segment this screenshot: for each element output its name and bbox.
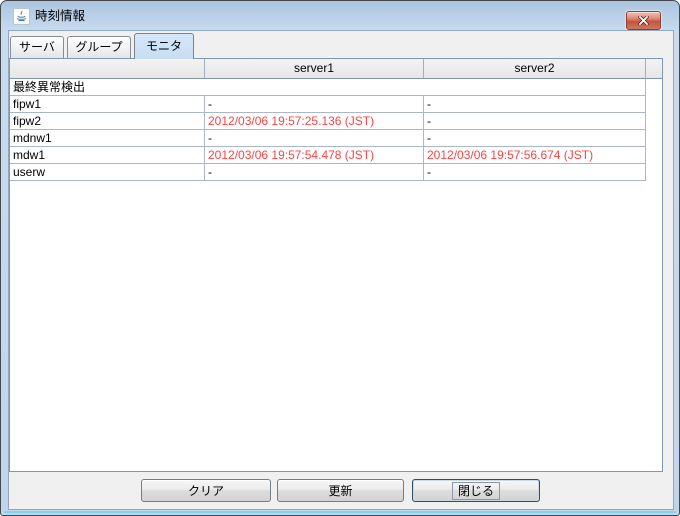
monitor-name-cell[interactable]: mdw1 — [10, 147, 205, 164]
table-row[interactable]: fipw2 2012/03/06 19:57:25.136 (JST) - — [10, 113, 662, 130]
server2-value-cell[interactable]: - — [424, 113, 646, 130]
window-title: 時刻情報 — [35, 2, 85, 31]
server1-value-cell[interactable]: 2012/03/06 19:57:25.136 (JST) — [205, 113, 424, 130]
table-row[interactable]: userw - - — [10, 164, 662, 181]
server2-value-cell[interactable]: - — [424, 96, 646, 113]
time-info-window: 時刻情報 サーバ グループ モニタ server1 server2 最終異常検出… — [0, 0, 680, 516]
table-row[interactable]: fipw1 - - — [10, 96, 662, 113]
server2-value-cell[interactable]: - — [424, 130, 646, 147]
monitor-name-cell[interactable]: fipw1 — [10, 96, 205, 113]
clear-button[interactable]: クリア — [141, 479, 271, 502]
monitor-name-cell[interactable]: mdnw1 — [10, 130, 205, 147]
monitor-tab-panel: server1 server2 最終異常検出 fipw1 - - fipw2 2… — [9, 58, 663, 472]
header-server1[interactable]: server1 — [205, 59, 424, 79]
server1-value-cell[interactable]: - — [205, 130, 424, 147]
titlebar[interactable]: 時刻情報 — [2, 2, 678, 31]
close-button[interactable] — [626, 11, 661, 30]
table-row[interactable]: mdnw1 - - — [10, 130, 662, 147]
monitor-name-cell[interactable]: userw — [10, 164, 205, 181]
refresh-button[interactable]: 更新 — [277, 479, 404, 502]
tab-server[interactable]: サーバ — [10, 36, 64, 58]
close-dialog-label: 閉じる — [452, 482, 500, 500]
tab-monitor[interactable]: モニタ — [134, 33, 194, 59]
header-filler — [646, 59, 662, 79]
close-x-icon — [638, 16, 649, 25]
server2-value-cell[interactable]: 2012/03/06 19:57:56.674 (JST) — [424, 147, 646, 164]
monitor-name-cell[interactable]: fipw2 — [10, 113, 205, 130]
window-bottom-glow — [4, 511, 676, 513]
header-monitor-column[interactable] — [10, 59, 205, 79]
java-cup-icon — [13, 8, 30, 25]
server1-value-cell[interactable]: - — [205, 164, 424, 181]
header-server2[interactable]: server2 — [424, 59, 646, 79]
table-row[interactable]: mdw1 2012/03/06 19:57:54.478 (JST) 2012/… — [10, 147, 662, 164]
tab-group[interactable]: グループ — [67, 36, 131, 58]
table-header-row: server1 server2 — [10, 59, 662, 79]
server1-value-cell[interactable]: - — [205, 96, 424, 113]
table-body: fipw1 - - fipw2 2012/03/06 19:57:25.136 … — [10, 96, 662, 181]
section-row-last-abnormality[interactable]: 最終異常検出 — [10, 79, 646, 96]
server1-value-cell[interactable]: 2012/03/06 19:57:54.478 (JST) — [205, 147, 424, 164]
dialog-content: サーバ グループ モニタ server1 server2 最終異常検出 fipw… — [9, 31, 673, 509]
server2-value-cell[interactable]: - — [424, 164, 646, 181]
close-dialog-button[interactable]: 閉じる — [412, 479, 540, 502]
